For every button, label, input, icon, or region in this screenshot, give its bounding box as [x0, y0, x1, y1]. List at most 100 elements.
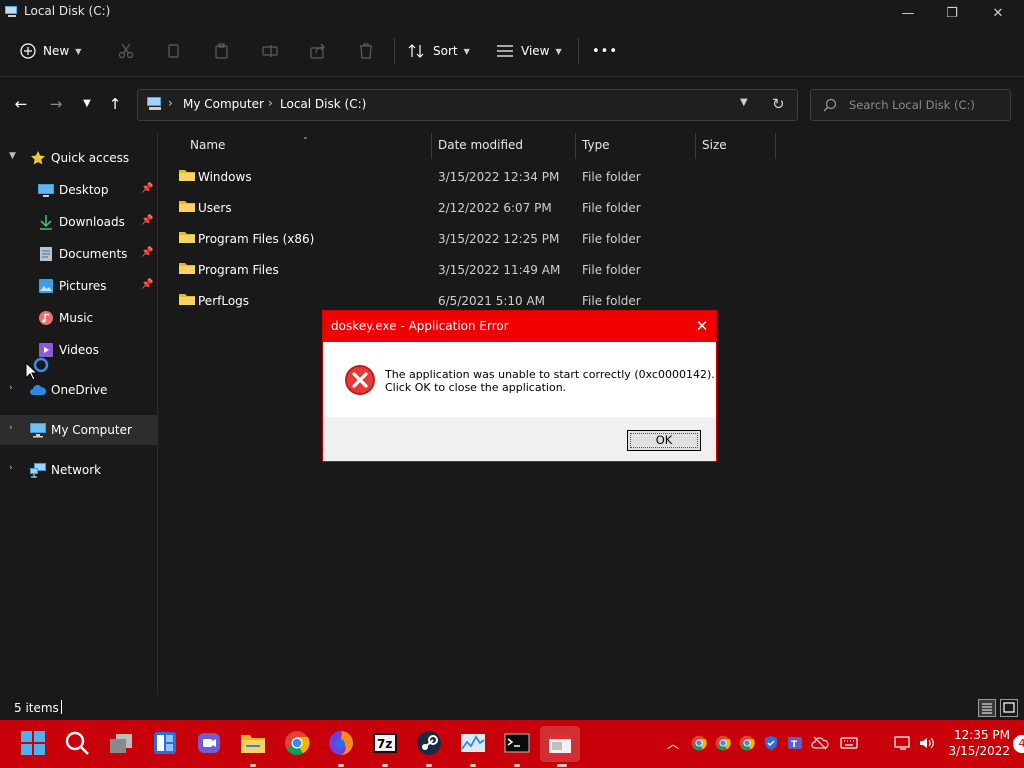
- file-name: Users: [198, 201, 232, 215]
- search-input[interactable]: [849, 96, 1005, 114]
- sidebar-item-desktop[interactable]: Desktop 📌: [0, 175, 157, 205]
- breadcrumb-my-computer[interactable]: My Computer: [183, 97, 264, 111]
- task-view-icon[interactable]: [108, 730, 136, 758]
- up-arrow-icon[interactable]: ↑: [104, 93, 126, 115]
- widgets-icon[interactable]: [152, 730, 180, 758]
- sidebar-item-documents[interactable]: Documents 📌: [0, 239, 157, 269]
- dialog-body: The application was unable to start corr…: [323, 342, 716, 417]
- sidebar-item-quick-access[interactable]: ▼ Quick access: [0, 143, 157, 173]
- share-button[interactable]: [310, 38, 326, 64]
- minimize-button[interactable]: —: [898, 4, 918, 24]
- refresh-icon[interactable]: ↻: [772, 95, 785, 113]
- notification-badge[interactable]: 4: [1013, 735, 1024, 753]
- address-dropdown-icon[interactable]: ▼: [740, 97, 748, 108]
- sidebar-item-downloads[interactable]: Downloads 📌: [0, 207, 157, 237]
- tiles-view-toggle[interactable]: [1000, 699, 1018, 717]
- firefox-icon[interactable]: [328, 730, 356, 758]
- computer-icon: [146, 96, 164, 115]
- chrome-tray-icon[interactable]: [715, 735, 733, 753]
- restore-button[interactable]: ❐: [942, 4, 962, 24]
- sidebar-item-label: Downloads: [59, 215, 125, 229]
- error-window-taskbar-button[interactable]: [540, 726, 580, 762]
- dialog-title-bar[interactable]: doskey.exe - Application Error ✕: [323, 311, 716, 342]
- sort-button[interactable]: Sort ▼: [408, 38, 470, 64]
- pin-icon[interactable]: 📌: [141, 247, 153, 258]
- column-divider[interactable]: [431, 133, 432, 159]
- table-row[interactable]: Windows 3/15/2022 12:34 PM File folder: [170, 161, 730, 191]
- start-button-icon[interactable]: [20, 730, 48, 758]
- chrome-tray-icon[interactable]: [739, 735, 757, 753]
- pin-icon[interactable]: 📌: [141, 215, 153, 226]
- share-icon: [310, 43, 326, 59]
- sidebar-item-videos[interactable]: Videos: [0, 335, 157, 365]
- forward-arrow-icon[interactable]: →: [45, 93, 67, 115]
- recent-locations-chevron-icon[interactable]: ▼: [76, 93, 98, 115]
- delete-button[interactable]: [358, 38, 374, 64]
- column-divider[interactable]: [575, 133, 576, 159]
- chevron-right-icon[interactable]: ›: [9, 383, 13, 393]
- column-divider[interactable]: [775, 133, 776, 159]
- system-clock[interactable]: 12:35 PM 3/15/2022: [940, 727, 1010, 759]
- sidebar-item-music[interactable]: Music: [0, 303, 157, 333]
- command-prompt-icon[interactable]: [504, 730, 532, 758]
- steam-icon[interactable]: [416, 730, 444, 758]
- chevron-right-icon[interactable]: ›: [9, 463, 13, 473]
- 7zip-icon[interactable]: 7z: [372, 730, 400, 758]
- chevron-down-icon: ▼: [75, 46, 82, 56]
- chrome-tray-icon[interactable]: [691, 735, 709, 753]
- breadcrumb-local-disk[interactable]: Local Disk (C:): [280, 97, 366, 111]
- teams-tray-icon[interactable]: T: [787, 735, 805, 753]
- details-view-toggle[interactable]: [978, 699, 996, 717]
- close-button[interactable]: ✕: [988, 4, 1008, 24]
- volume-icon[interactable]: [918, 735, 936, 753]
- new-button[interactable]: New ▼: [20, 38, 81, 64]
- table-row[interactable]: Program Files 3/15/2022 11:49 AM File fo…: [170, 254, 730, 284]
- security-shield-icon[interactable]: [763, 735, 781, 753]
- column-header-type[interactable]: Type: [582, 138, 610, 162]
- column-header-size[interactable]: Size: [702, 138, 727, 162]
- dialog-close-button[interactable]: ✕: [692, 316, 712, 336]
- table-row[interactable]: Users 2/12/2022 6:07 PM File folder: [170, 192, 730, 222]
- breadcrumb-chevron-icon: ›: [268, 96, 273, 110]
- column-header-name[interactable]: Name: [190, 138, 225, 162]
- view-label: View: [521, 44, 550, 58]
- rename-button[interactable]: [262, 38, 278, 64]
- back-arrow-icon[interactable]: ←: [10, 93, 32, 115]
- folder-icon: [178, 168, 196, 185]
- copy-button[interactable]: [166, 38, 182, 64]
- chrome-icon[interactable]: [284, 730, 312, 758]
- view-button[interactable]: View ▼: [496, 38, 562, 64]
- chevron-down-icon[interactable]: ▼: [9, 151, 16, 161]
- sidebar-item-label: Network: [51, 463, 102, 477]
- table-row[interactable]: Program Files (x86) 3/15/2022 12:25 PM F…: [170, 223, 730, 253]
- more-options-button[interactable]: •••: [592, 38, 618, 64]
- paste-button[interactable]: [214, 38, 230, 64]
- display-network-icon[interactable]: [894, 735, 912, 753]
- search-icon[interactable]: [64, 730, 92, 758]
- address-bar[interactable]: › My Computer › Local Disk (C:) ▼ ↻: [137, 89, 798, 121]
- teams-chat-icon[interactable]: [196, 730, 224, 758]
- onedrive-offline-icon[interactable]: [811, 735, 829, 753]
- sidebar-item-network[interactable]: › Network: [0, 455, 157, 485]
- show-hidden-icons-chevron-icon[interactable]: ︿: [667, 735, 685, 753]
- pin-icon[interactable]: 📌: [141, 183, 153, 194]
- sidebar-item-label: Music: [59, 311, 94, 325]
- column-header-date-modified[interactable]: Date modified: [438, 138, 523, 162]
- title-bar: Local Disk (C:) — ❐ ✕: [0, 0, 1024, 28]
- sidebar-item-pictures[interactable]: Pictures 📌: [0, 271, 157, 301]
- search-box[interactable]: [810, 89, 1011, 121]
- sidebar-item-onedrive[interactable]: › OneDrive: [0, 375, 157, 405]
- sidebar-item-my-computer[interactable]: › My Computer: [0, 415, 157, 445]
- resource-monitor-icon[interactable]: [460, 730, 488, 758]
- ok-button[interactable]: OK: [627, 430, 701, 451]
- tiles-view-icon: [1003, 702, 1015, 713]
- file-name: Windows: [198, 170, 252, 184]
- chevron-right-icon[interactable]: ›: [9, 423, 13, 433]
- cut-button[interactable]: [118, 38, 134, 64]
- pin-icon[interactable]: 📌: [141, 279, 153, 290]
- navigation-pane: ▼ Quick access Desktop 📌 Downloads 📌 Doc…: [0, 133, 158, 695]
- file-explorer-icon[interactable]: [240, 730, 268, 758]
- copy-icon: [166, 43, 182, 59]
- column-divider[interactable]: [695, 133, 696, 159]
- keyboard-icon[interactable]: [840, 735, 858, 753]
